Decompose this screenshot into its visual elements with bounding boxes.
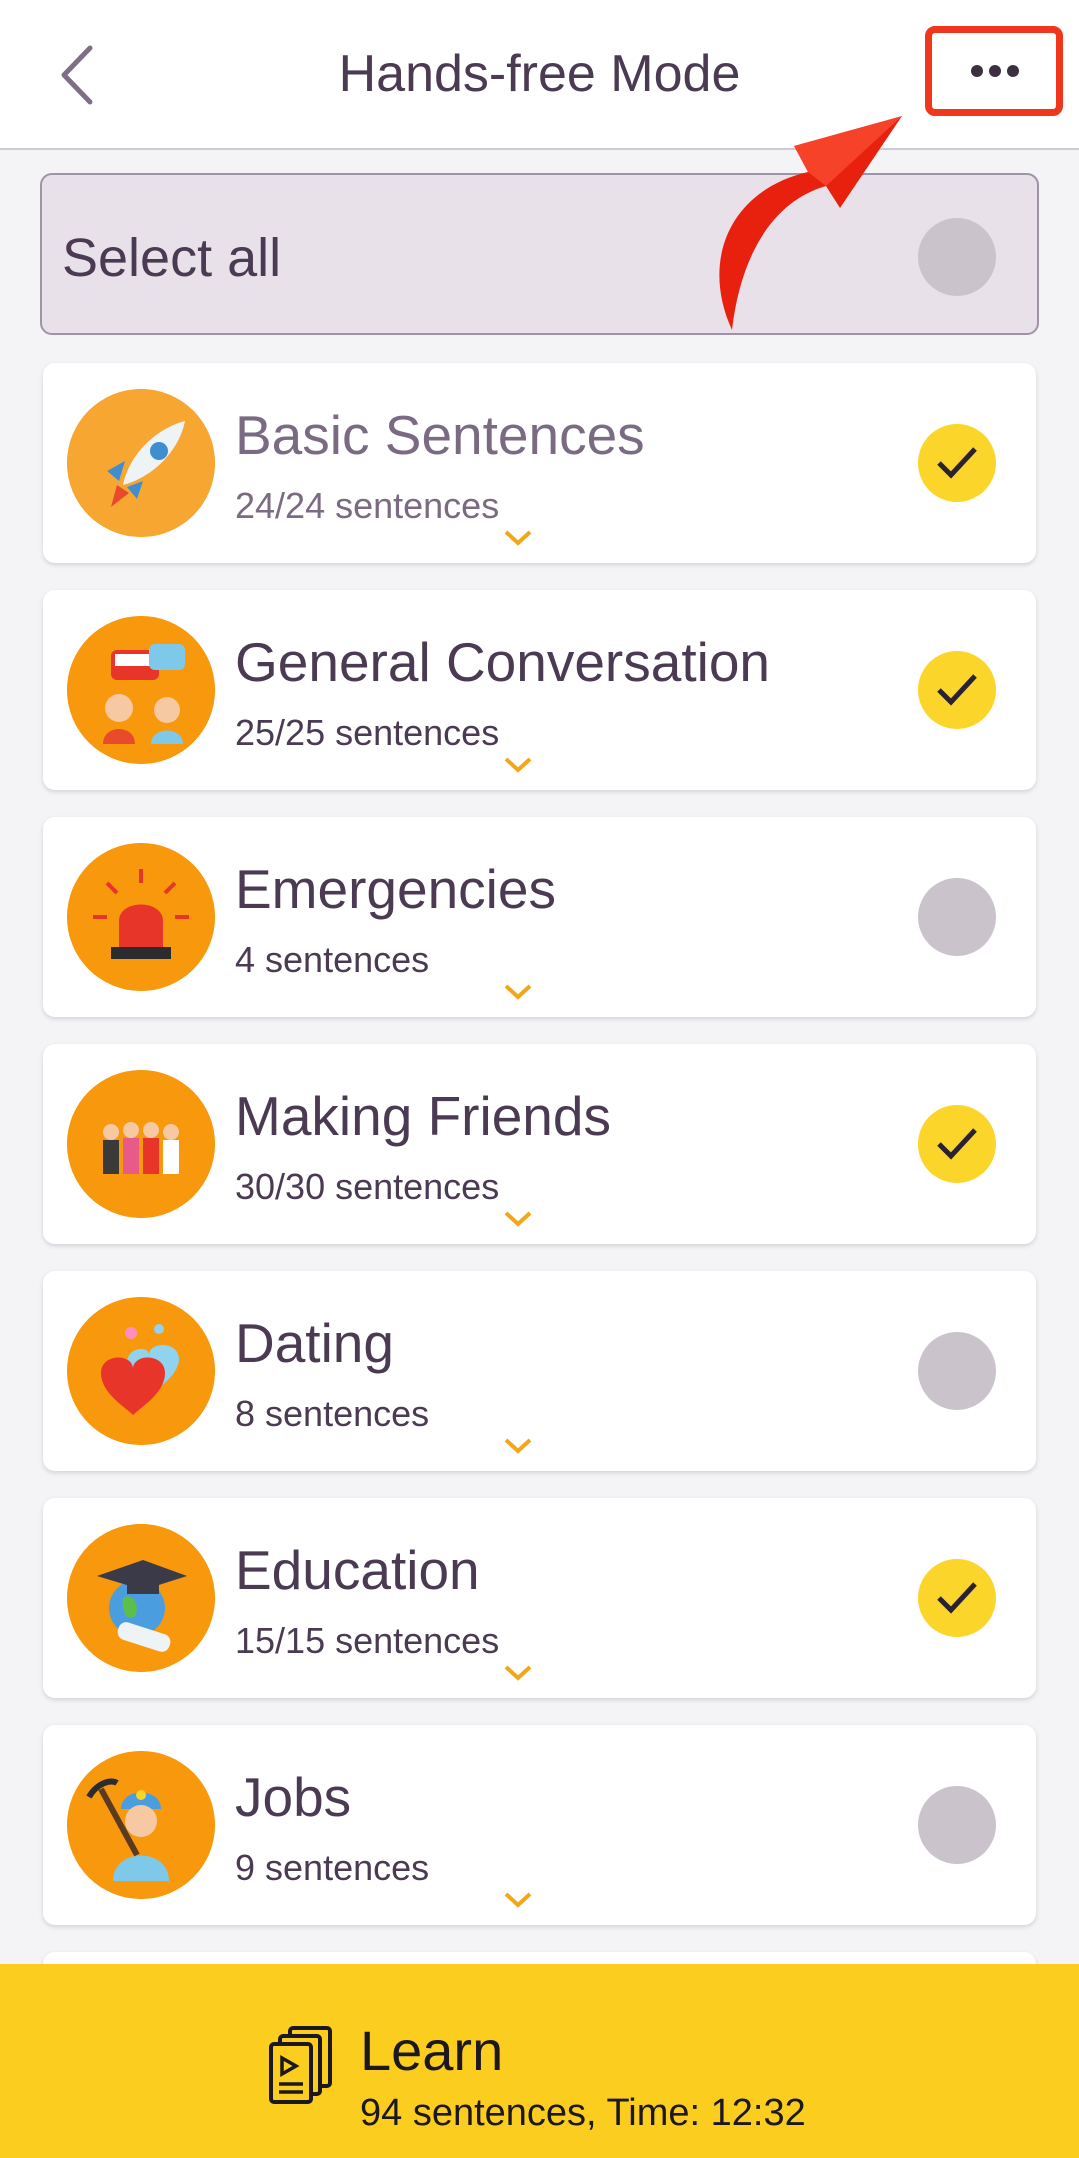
category-name: Jobs (235, 1766, 352, 1828)
category-card-dating[interactable]: Dating 8 sentences (43, 1271, 1036, 1471)
chevron-down-icon[interactable] (503, 1891, 533, 1909)
page-title: Hands-free Mode (338, 45, 741, 103)
learn-subtitle: 94 sentences, Time: 12:32 (360, 2092, 806, 2134)
miner-icon (67, 1751, 215, 1899)
category-card-general-conversation[interactable]: General Conversation 25/25 sentences (43, 590, 1036, 790)
category-name: Dating (235, 1312, 394, 1374)
category-checkbox[interactable] (918, 1786, 996, 1864)
rocket-icon (67, 389, 215, 537)
hearts-icon (67, 1297, 215, 1445)
category-count: 15/15 sentences (235, 1620, 500, 1661)
category-card-education[interactable]: Education 15/15 sentences (43, 1498, 1036, 1698)
learn-title: Learn (360, 2019, 504, 2082)
graduation-globe-icon (67, 1524, 215, 1672)
checkmark-icon (937, 1128, 977, 1160)
chevron-down-icon[interactable] (503, 529, 533, 547)
chevron-down-icon[interactable] (503, 1664, 533, 1682)
category-count: 25/25 sentences (235, 712, 500, 753)
category-name: Making Friends (235, 1085, 611, 1147)
conversation-icon (67, 616, 215, 764)
category-checkbox[interactable] (918, 424, 996, 502)
category-card-making-friends[interactable]: Making Friends 30/30 sentences (43, 1044, 1036, 1244)
checkmark-icon (937, 1582, 977, 1614)
category-checkbox[interactable] (918, 1332, 996, 1410)
checkmark-icon (937, 674, 977, 706)
category-name: Basic Sentences (235, 404, 645, 466)
learn-button[interactable]: Learn 94 sentences, Time: 12:32 (0, 1964, 1079, 2158)
select-all-checkbox[interactable] (918, 218, 996, 296)
chevron-down-icon[interactable] (503, 756, 533, 774)
category-checkbox[interactable] (918, 878, 996, 956)
category-checkbox[interactable] (918, 651, 996, 729)
category-checkbox[interactable] (918, 1105, 996, 1183)
select-all-label: Select all (62, 228, 282, 288)
select-all-row[interactable]: Select all (40, 173, 1039, 335)
top-app-bar: Hands-free Mode (0, 0, 1079, 150)
category-name: General Conversation (235, 631, 771, 693)
category-card-emergencies[interactable]: Emergencies 4 sentences (43, 817, 1036, 1017)
more-options-button[interactable] (925, 26, 1063, 116)
siren-icon (67, 843, 215, 991)
category-card-jobs[interactable]: Jobs 9 sentences (43, 1725, 1036, 1925)
chevron-down-icon[interactable] (503, 1210, 533, 1228)
more-horizontal-icon (971, 65, 1019, 77)
category-count: 8 sentences (235, 1393, 430, 1434)
category-name: Emergencies (235, 858, 556, 920)
checkmark-icon (937, 447, 977, 479)
category-count: 24/24 sentences (235, 485, 500, 526)
chevron-down-icon[interactable] (503, 983, 533, 1001)
category-count: 30/30 sentences (235, 1166, 500, 1207)
category-count: 4 sentences (235, 939, 430, 980)
category-card-basic-sentences[interactable]: Basic Sentences 24/24 sentences (43, 363, 1036, 563)
friends-icon (67, 1070, 215, 1218)
category-count: 9 sentences (235, 1847, 430, 1888)
chevron-down-icon[interactable] (503, 1437, 533, 1455)
category-checkbox[interactable] (918, 1559, 996, 1637)
document-stack-icon (269, 2026, 332, 2104)
category-name: Education (235, 1539, 480, 1601)
